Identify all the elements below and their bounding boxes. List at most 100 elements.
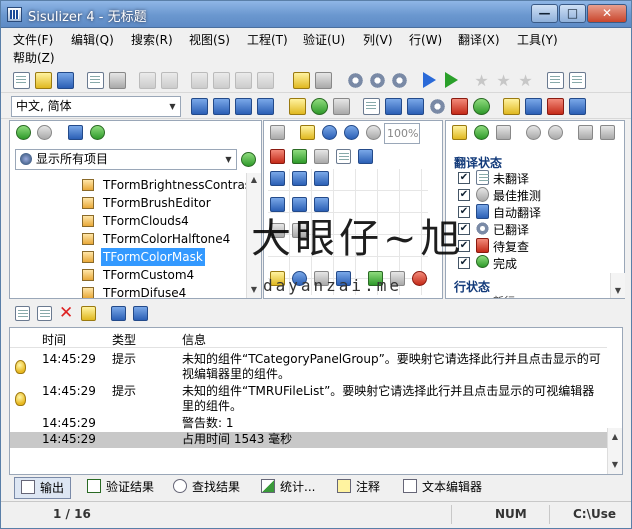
align-center-icon[interactable]: [292, 171, 307, 186]
package-icon[interactable]: [109, 72, 126, 89]
clear-log-icon[interactable]: ✕: [59, 305, 74, 322]
pages-icon[interactable]: [407, 98, 424, 115]
maximize-button[interactable]: □: [559, 4, 586, 23]
status-scrollbar[interactable]: ▼: [610, 273, 625, 298]
log-row-selected[interactable]: 14:45:29 占用时间 1543 毫秒: [10, 432, 607, 448]
log-copy-icon[interactable]: [37, 306, 52, 321]
log-row[interactable]: 14:45:29 提示 未知的组件“TMRUFileList”。要映射它请选择此…: [10, 384, 606, 416]
menu-search[interactable]: 搜索(R): [131, 31, 173, 49]
col-time-header[interactable]: 时间: [42, 331, 66, 348]
layout-vertical-icon[interactable]: [257, 98, 274, 115]
menu-column[interactable]: 列(V): [363, 31, 393, 49]
translate-page-icon[interactable]: [385, 98, 402, 115]
note-icon[interactable]: [81, 306, 96, 321]
align-right-icon[interactable]: [314, 171, 329, 186]
new-icon[interactable]: [13, 72, 30, 89]
tab-comments[interactable]: 注释: [337, 477, 380, 499]
check-tool-icon[interactable]: [292, 149, 307, 164]
build-icon[interactable]: [315, 72, 332, 89]
menu-file[interactable]: 文件(F): [13, 31, 53, 49]
tab-find-results[interactable]: 查找结果: [173, 477, 240, 499]
layout-horizontal-icon[interactable]: [213, 98, 230, 115]
database-icon[interactable]: [68, 125, 83, 140]
star-remove-icon[interactable]: ★: [517, 72, 534, 89]
menu-edit[interactable]: 编辑(Q): [71, 31, 114, 49]
scroll-down-icon[interactable]: ▼: [608, 458, 622, 472]
chevron-down-icon[interactable]: ▼: [165, 97, 180, 116]
menu-translate[interactable]: 翻译(X): [458, 31, 500, 49]
zoom-out-icon[interactable]: [344, 125, 359, 140]
next-icon[interactable]: [548, 125, 563, 140]
print-preview-icon[interactable]: [87, 72, 104, 89]
refresh-icon[interactable]: [311, 98, 328, 115]
scroll-down-icon[interactable]: ▼: [611, 284, 625, 298]
arrange-icon[interactable]: [358, 149, 373, 164]
menu-help[interactable]: 帮助(Z): [13, 49, 55, 67]
tab-output[interactable]: 输出: [14, 477, 72, 499]
page-mark-icon[interactable]: [451, 98, 468, 115]
pin-blue-icon[interactable]: [525, 98, 542, 115]
tab-text-editor[interactable]: 文本编辑器: [403, 477, 482, 499]
col-type-header[interactable]: 类型: [112, 331, 136, 348]
copy-icon[interactable]: [213, 72, 230, 89]
star-icon[interactable]: ★: [473, 72, 490, 89]
remove-filter-icon[interactable]: [600, 125, 615, 140]
tab-validation[interactable]: 验证结果: [87, 477, 154, 499]
select-tool-icon[interactable]: [270, 125, 285, 140]
dock-icon[interactable]: [133, 306, 148, 321]
run-icon[interactable]: [423, 72, 436, 88]
cut-icon[interactable]: [191, 72, 208, 89]
align-left-icon[interactable]: [270, 171, 285, 186]
pin-info-icon[interactable]: [569, 98, 586, 115]
forward-icon[interactable]: [37, 125, 52, 140]
save-icon[interactable]: [57, 72, 74, 89]
app-icon[interactable]: [7, 7, 22, 22]
tab-statistics[interactable]: 统计...: [261, 477, 315, 499]
layout-split-icon[interactable]: [235, 98, 252, 115]
col-info-header[interactable]: 信息: [182, 331, 206, 348]
filter-select[interactable]: 显示所有项目 ▼: [15, 149, 237, 170]
funnel-clear-icon[interactable]: [496, 125, 511, 140]
list-icon[interactable]: [336, 149, 351, 164]
scroll-up-icon[interactable]: ▲: [608, 430, 622, 444]
page-gear-icon[interactable]: [429, 98, 446, 115]
title-bar[interactable]: Sisulizer 4 - 无标题 — □ ✕: [1, 1, 631, 28]
filter-clear-icon[interactable]: [333, 98, 350, 115]
settings-gear-icon[interactable]: [347, 72, 364, 89]
apply-filter-icon[interactable]: [241, 152, 256, 167]
language-select[interactable]: 中文, 简体 ▼: [11, 96, 181, 117]
scroll-up-icon[interactable]: ▲: [247, 173, 261, 187]
menu-row[interactable]: 行(W): [409, 31, 442, 49]
window-icon[interactable]: [111, 306, 126, 321]
house-icon[interactable]: [270, 149, 285, 164]
checkbox-untranslated[interactable]: ✔: [458, 172, 470, 184]
filter-icon[interactable]: [289, 98, 306, 115]
log-row[interactable]: 14:45:29 提示 未知的组件“TCategoryPanelGroup”。要…: [10, 352, 606, 384]
run-build-icon[interactable]: [445, 72, 458, 88]
page-icon[interactable]: [363, 98, 380, 115]
report-icon[interactable]: [547, 72, 564, 89]
grid-view-icon[interactable]: [191, 98, 208, 115]
refresh-filter-icon[interactable]: [474, 125, 489, 140]
checkbox-best-guess[interactable]: ✔: [458, 189, 470, 201]
scan-icon[interactable]: [293, 72, 310, 89]
star-add-icon[interactable]: ★: [495, 72, 512, 89]
paste-icon[interactable]: [235, 72, 252, 89]
pin-yellow-icon[interactable]: [503, 98, 520, 115]
menu-tools[interactable]: 工具(Y): [517, 31, 558, 49]
menu-view[interactable]: 视图(S): [189, 31, 230, 49]
log-page-icon[interactable]: [15, 306, 30, 321]
redo-icon[interactable]: [161, 72, 178, 89]
open-icon[interactable]: [35, 72, 52, 89]
menu-validate[interactable]: 验证(U): [303, 31, 345, 49]
zoom-in-icon[interactable]: [322, 125, 337, 140]
undo-icon[interactable]: [139, 72, 156, 89]
add-filter-icon[interactable]: [578, 125, 593, 140]
delete-icon[interactable]: [257, 72, 274, 89]
fit-icon[interactable]: [300, 125, 315, 140]
log-row[interactable]: 14:45:29 警告数: 1: [10, 416, 606, 432]
minimize-button[interactable]: —: [531, 4, 558, 23]
cube-icon[interactable]: [314, 149, 329, 164]
zoom-reset-icon[interactable]: [366, 125, 381, 140]
back-icon[interactable]: [16, 125, 31, 140]
